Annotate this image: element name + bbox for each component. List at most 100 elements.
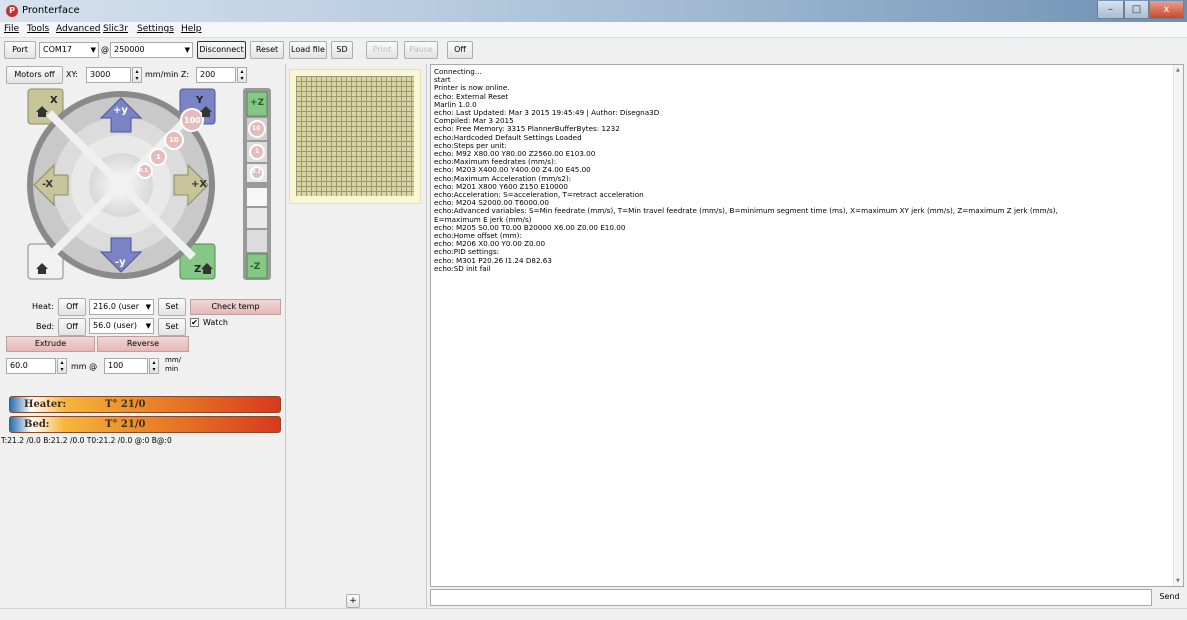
check-temp-button[interactable]: Check temp xyxy=(190,299,281,315)
reset-button[interactable]: Reset xyxy=(250,41,284,59)
z-feedrate-stepper[interactable]: ▴ ▾ xyxy=(237,67,247,83)
z-step-1-segment-down[interactable] xyxy=(247,208,267,228)
app-logo-icon: P xyxy=(6,5,18,17)
menu-bar: File Tools Advanced Slic3r Settings Help xyxy=(0,22,1187,38)
watch-checkbox[interactable]: ✔ xyxy=(190,318,199,327)
bed-set-button[interactable]: Set xyxy=(158,318,186,336)
heater-gauge-label: Heater: xyxy=(24,399,67,410)
send-button[interactable]: Send xyxy=(1155,589,1184,606)
port-select[interactable]: COM17 ▼ xyxy=(39,42,99,58)
off-button[interactable]: Off xyxy=(447,41,473,59)
heater-gauge-value: T° 21/0 xyxy=(105,399,146,410)
step-1-label: 1 xyxy=(156,153,161,161)
scroll-up-icon[interactable]: ▲ xyxy=(1176,67,1180,73)
temperature-status-line: T:21.2 /0.0 B:21.2 /0.0 T0:21.2 /0.0 @:0… xyxy=(1,436,172,445)
step-10-label: 10 xyxy=(169,136,179,144)
bed-grid xyxy=(296,76,414,196)
heater-gauge: Heater: T° 21/0 xyxy=(9,396,281,413)
watch-label: Watch xyxy=(203,318,228,327)
extrude-speed-stepper[interactable]: ▴ ▾ xyxy=(149,358,159,374)
bed-gauge: Bed: T° 21/0 xyxy=(9,416,281,433)
extrude-length-stepper[interactable]: ▴ ▾ xyxy=(57,358,67,374)
console-line: Connecting... xyxy=(434,67,482,76)
print-button[interactable]: Print xyxy=(366,41,398,59)
heat-temp-value: 216.0 (user xyxy=(93,302,140,311)
scroll-down-icon[interactable]: ▼ xyxy=(1176,578,1180,584)
xy-feedrate-stepper[interactable]: ▴ ▾ xyxy=(132,67,142,83)
pause-button[interactable]: Pause xyxy=(404,41,438,59)
disconnect-button[interactable]: Disconnect xyxy=(197,41,246,59)
status-bar xyxy=(0,608,1187,620)
baud-select[interactable]: 250000 ▼ xyxy=(110,42,193,58)
plus-y-label: +y xyxy=(113,105,128,116)
heat-temp-select[interactable]: 216.0 (user ▼ xyxy=(89,299,154,315)
console-log[interactable]: Connecting... start Printer is now online.… xyxy=(430,64,1184,587)
plus-z-label: +Z xyxy=(250,98,265,108)
console-line: Printer is now online. xyxy=(434,83,510,93)
command-input[interactable] xyxy=(430,589,1152,606)
heat-set-button[interactable]: Set xyxy=(158,298,186,316)
console-line: echo: M205 S0.00 T0.00 B20000 X6.00 Z0.0… xyxy=(434,222,626,232)
heat-label: Heat: xyxy=(32,302,54,311)
z-step-01-segment-down[interactable] xyxy=(247,188,267,206)
console-line: echo: M206 X0.00 Y0.00 Z0.00 xyxy=(434,239,546,249)
z-step-01-label: 0.1 xyxy=(252,169,261,175)
extrude-button[interactable]: Extrude xyxy=(6,336,95,352)
port-button[interactable]: Port xyxy=(4,41,36,59)
reverse-button[interactable]: Reverse xyxy=(97,336,189,352)
bed-preview[interactable] xyxy=(289,69,421,204)
maximize-button[interactable]: □ xyxy=(1124,1,1149,19)
menu-settings[interactable]: Settings xyxy=(137,24,174,34)
bed-off-button[interactable]: Off xyxy=(58,318,86,336)
close-button[interactable]: x xyxy=(1149,1,1184,19)
home-x-label: X xyxy=(50,95,58,106)
menu-advanced[interactable]: Advanced xyxy=(56,24,100,34)
home-y-label: Y xyxy=(196,95,204,106)
chevron-down-icon: ▼ xyxy=(90,46,96,54)
xy-feedrate-input[interactable]: 3000 xyxy=(86,67,131,83)
step-100-label: 100 xyxy=(184,116,201,125)
z-feedrate-input[interactable]: 200 xyxy=(196,67,236,83)
baud-value: 250000 xyxy=(114,45,145,54)
at-label: @ xyxy=(101,45,109,54)
load-file-button[interactable]: Load file xyxy=(289,41,327,59)
console-line: echo: Last Updated: Mar 3 2015 19:45:49 … xyxy=(434,108,660,118)
menu-tools[interactable]: Tools xyxy=(27,24,49,34)
z-step-1-label: 1 xyxy=(255,148,260,155)
console-scrollbar[interactable]: ▲ ▼ xyxy=(1173,65,1183,586)
motors-off-button[interactable]: Motors off xyxy=(6,66,63,84)
minimize-button[interactable]: – xyxy=(1097,1,1124,19)
home-z-label: Z xyxy=(194,264,202,275)
minus-y-label: -y xyxy=(115,257,126,268)
chevron-down-icon: ▼ xyxy=(145,303,151,311)
sd-button[interactable]: SD xyxy=(331,41,353,59)
extrude-length-input[interactable]: 60.0 xyxy=(6,358,56,374)
extrude-speed-input[interactable]: 100 xyxy=(104,358,148,374)
z-step-10-segment-down[interactable] xyxy=(247,230,267,252)
speed-unit-line1: mm/ xyxy=(165,356,181,364)
zoom-in-button[interactable]: + xyxy=(346,594,360,608)
console-line: echo:Hardcoded Default Settings Loaded xyxy=(434,132,582,142)
console-line: echo:SD init fail xyxy=(434,263,491,273)
xy-label: XY: xyxy=(66,70,78,79)
title-bar: P Pronterface – □ x xyxy=(0,0,1187,22)
bed-gauge-label: Bed: xyxy=(24,419,50,430)
heat-off-button[interactable]: Off xyxy=(58,298,86,316)
mm-min-z-label: mm/min Z: xyxy=(145,70,190,79)
bed-gauge-value: T° 21/0 xyxy=(105,419,146,430)
menu-help[interactable]: Help xyxy=(181,24,202,34)
minus-x-label: -X xyxy=(42,179,54,190)
menu-slic3r[interactable]: Slic3r xyxy=(103,24,128,34)
chevron-down-icon: ▼ xyxy=(145,322,151,330)
console-line: start xyxy=(434,75,451,85)
menu-file[interactable]: File xyxy=(4,24,19,34)
bed-temp-select[interactable]: 56.0 (user) ▼ xyxy=(89,318,154,334)
step-01-label: 0.1 xyxy=(139,168,148,174)
speed-unit-line2: min xyxy=(165,365,179,373)
console-line: echo: External Reset xyxy=(434,91,509,101)
bed-temp-value: 56.0 (user) xyxy=(93,321,138,330)
console-lines: Connecting... start Printer is now online.… xyxy=(434,67,1058,273)
minus-z-label: -Z xyxy=(250,262,261,272)
z-step-10-label: 10 xyxy=(252,125,261,132)
chevron-down-icon: ▼ xyxy=(184,46,190,54)
